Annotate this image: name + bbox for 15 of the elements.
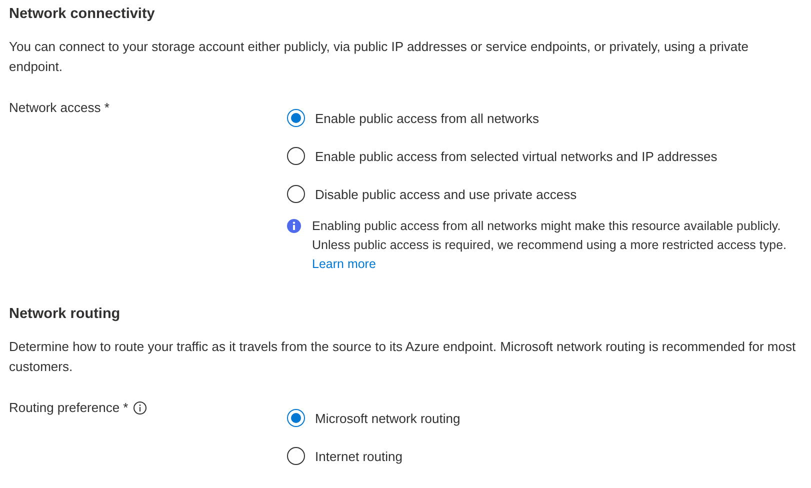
info-icon[interactable] [133,401,148,415]
radio-option[interactable]: Internet routing [287,446,402,466]
section-heading: Network connectivity [9,6,155,22]
field-label: Routing preference * [9,399,128,417]
section-description: You can connect to your storage account either publicly, via public IP addresses or service endpoints, or privately, using a private endpoint. [9,38,750,76]
learn-more-link[interactable]: Learn more [312,257,376,271]
radio-option[interactable]: Enable public access from selected virtual networks and IP addresses [287,146,718,166]
field-label: Network access * [9,99,110,117]
radio-option[interactable]: Disable public access and use private access [287,184,577,204]
radio-option[interactable]: Enable public access from all networks [287,108,539,128]
section-description: Determine how to route your traffic as it travels from the source to its Azure endpoint. Microsoft network routing is recommended for most customers. [9,338,797,376]
info-icon [287,219,301,233]
section-heading: Network routing [9,306,120,322]
radio-option[interactable]: Microsoft network routing [287,408,460,428]
info-message: Enabling public access from all networks might make this resource available publicly. Unless public access is required, we recommend using a more restricted access type. Learn more [312,218,788,273]
